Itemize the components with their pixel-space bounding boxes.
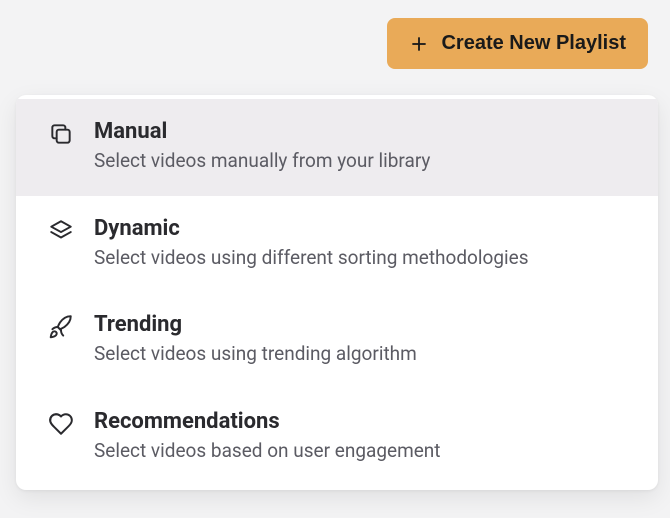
menu-item-manual[interactable]: Manual Select videos manually from your … xyxy=(16,99,658,196)
menu-item-title: Recommendations xyxy=(94,409,628,434)
menu-item-trending[interactable]: Trending Select videos using trending al… xyxy=(16,292,658,389)
rocket-icon xyxy=(46,312,76,340)
menu-item-recommendations[interactable]: Recommendations Select videos based on u… xyxy=(16,389,658,486)
menu-item-description: Select videos using trending algorithm xyxy=(94,341,628,367)
copy-icon xyxy=(46,119,76,147)
menu-item-text: Recommendations Select videos based on u… xyxy=(94,409,628,464)
menu-item-description: Select videos based on user engagement xyxy=(94,438,628,464)
hearts-icon xyxy=(46,409,76,437)
plus-icon xyxy=(409,34,429,54)
playlist-type-menu: Manual Select videos manually from your … xyxy=(16,95,658,490)
menu-item-title: Dynamic xyxy=(94,216,628,241)
menu-item-description: Select videos manually from your library xyxy=(94,148,628,174)
layers-icon xyxy=(46,216,76,244)
menu-item-text: Trending Select videos using trending al… xyxy=(94,312,628,367)
menu-item-text: Manual Select videos manually from your … xyxy=(94,119,628,174)
create-button-label: Create New Playlist xyxy=(441,32,626,55)
menu-item-dynamic[interactable]: Dynamic Select videos using different so… xyxy=(16,196,658,293)
header: Create New Playlist xyxy=(0,0,670,69)
menu-item-title: Manual xyxy=(94,119,628,144)
menu-item-title: Trending xyxy=(94,312,628,337)
menu-item-description: Select videos using different sorting me… xyxy=(94,245,628,271)
menu-item-text: Dynamic Select videos using different so… xyxy=(94,216,628,271)
create-new-playlist-button[interactable]: Create New Playlist xyxy=(387,18,648,69)
